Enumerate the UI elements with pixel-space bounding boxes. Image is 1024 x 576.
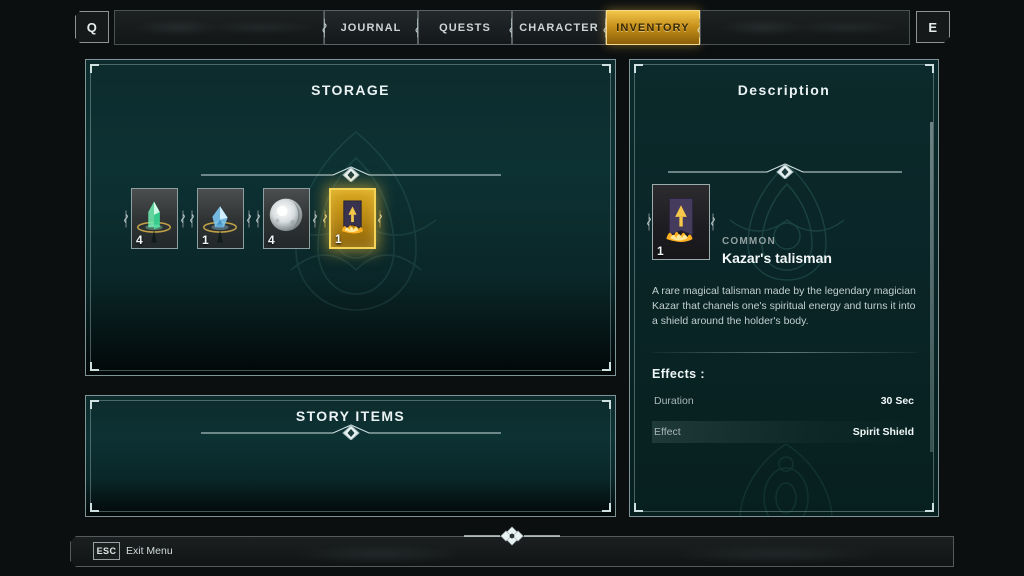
- item-quantity: 1: [657, 244, 664, 258]
- diamond-divider-icon: [201, 424, 501, 440]
- storage-slot-grid: 4 1 4 1: [124, 188, 382, 249]
- clasp-ornament-icon: [323, 210, 327, 227]
- effects-heading: Effects :: [652, 366, 705, 381]
- corner-ornament: [90, 503, 99, 512]
- tab-strip: JOURNAL QUESTS CHARACTER INVENTORY: [114, 10, 910, 45]
- slot-quantity: 1: [335, 232, 342, 246]
- tab-quests[interactable]: QUESTS: [418, 10, 514, 45]
- tab-journal[interactable]: JOURNAL: [322, 10, 420, 45]
- effect-key: Effect: [654, 425, 681, 438]
- clasp-ornament-icon: [647, 213, 651, 231]
- description-title: Description: [737, 82, 831, 98]
- corner-ornament: [925, 503, 934, 512]
- tab-character-label: CHARACTER: [519, 21, 599, 34]
- slot-quantity: 4: [268, 233, 275, 247]
- prev-tab-key-label: Q: [86, 19, 98, 35]
- tab-inventory[interactable]: INVENTORY: [606, 10, 702, 45]
- effect-row-effect: Effect Spirit Shield: [652, 420, 918, 443]
- clasp-ornament-icon: [313, 210, 317, 227]
- description-scrollbar[interactable]: [930, 122, 933, 452]
- top-navigation-bar: Q JOURNAL QUESTS CHARACTER INVENTORY E: [0, 0, 1024, 54]
- tab-rail-left: [114, 10, 324, 45]
- item-meta: COMMON Kazar's talisman: [722, 184, 832, 266]
- section-divider: [652, 351, 918, 353]
- exit-menu-key[interactable]: ESC: [93, 542, 120, 560]
- bottom-hint-bar: [70, 536, 954, 567]
- clasp-ornament-icon: [256, 210, 260, 227]
- effect-value: Spirit Shield: [852, 425, 914, 438]
- rarity-badge: COMMON: [722, 236, 776, 247]
- clasp-ornament-icon: [181, 210, 185, 227]
- tab-rail-right: [700, 10, 910, 45]
- corner-ornament: [634, 503, 643, 512]
- description-panel: Description 1 COMMON Kazar's talisman A …: [629, 59, 939, 517]
- tab-quests-label: QUESTS: [439, 21, 491, 34]
- diamond-divider-icon: [201, 166, 501, 182]
- storage-slot-2[interactable]: 1: [190, 188, 251, 249]
- item-thumbnail: 1: [647, 184, 715, 260]
- clasp-ornament-icon: [711, 213, 715, 231]
- item-header: 1 COMMON Kazar's talisman: [647, 184, 918, 266]
- corner-ornament: [90, 64, 99, 73]
- prev-tab-key[interactable]: Q: [75, 11, 109, 43]
- next-tab-key[interactable]: E: [916, 11, 950, 43]
- clasp-ornament-icon: [124, 210, 128, 227]
- storage-panel: STORAGE 4 1 4 1: [85, 59, 616, 376]
- corner-ornament: [602, 64, 611, 73]
- next-tab-key-label: E: [928, 19, 938, 35]
- clasp-ornament-icon: [247, 210, 251, 227]
- effect-key: Duration: [654, 394, 694, 407]
- slot-quantity: 1: [202, 233, 209, 247]
- storage-slot-3[interactable]: 4: [256, 188, 317, 249]
- corner-ornament: [925, 64, 934, 73]
- effect-value: 30 Sec: [880, 394, 914, 407]
- clasp-ornament-icon: [378, 210, 382, 227]
- corner-ornament: [90, 362, 99, 371]
- exit-menu-label: Exit Menu: [126, 545, 173, 557]
- story-items-title: STORY ITEMS: [295, 408, 406, 424]
- effect-row-duration: Duration 30 Sec: [652, 390, 918, 412]
- corner-ornament: [602, 362, 611, 371]
- clasp-ornament-icon: [190, 210, 194, 227]
- corner-ornament: [602, 503, 611, 512]
- tab-journal-label: JOURNAL: [340, 21, 402, 34]
- exit-menu-key-label: ESC: [96, 546, 117, 556]
- diamond-divider-icon: [668, 163, 902, 179]
- item-name: Kazar's talisman: [722, 250, 832, 266]
- storage-slot-4[interactable]: 1: [323, 188, 382, 249]
- storage-slot-1[interactable]: 4: [124, 188, 185, 249]
- ornamental-watermark-bottom: [739, 443, 833, 516]
- corner-ornament: [634, 64, 643, 73]
- tab-inventory-label: INVENTORY: [616, 21, 690, 34]
- tab-character[interactable]: CHARACTER: [512, 10, 608, 45]
- description-body: 1 COMMON Kazar's talisman A rare magical…: [647, 184, 918, 443]
- storage-title: STORAGE: [311, 82, 390, 98]
- story-items-panel: STORY ITEMS: [85, 395, 616, 517]
- item-description-text: A rare magical talisman made by the lege…: [652, 285, 916, 328]
- slot-quantity: 4: [136, 233, 143, 247]
